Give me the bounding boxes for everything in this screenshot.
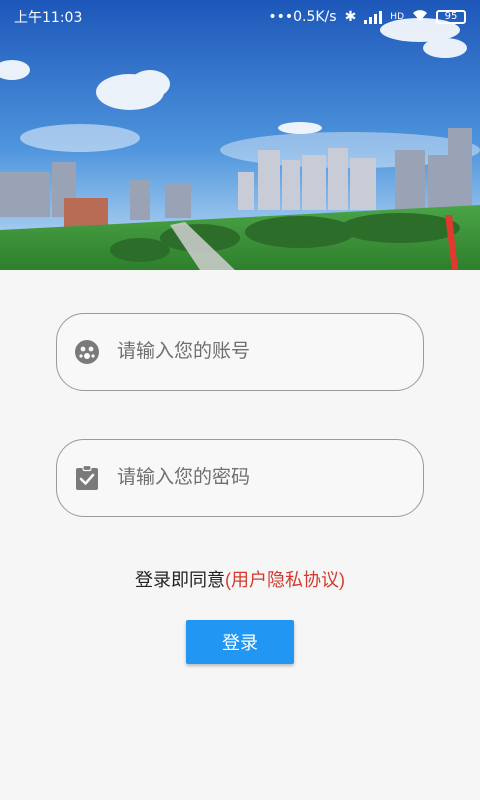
- password-input[interactable]: [117, 467, 423, 489]
- wifi-icon: [412, 9, 428, 26]
- status-time: 上午11:03: [14, 10, 83, 26]
- clipboard-check-icon: [57, 440, 117, 516]
- password-field[interactable]: [56, 439, 424, 517]
- account-input[interactable]: [117, 341, 423, 363]
- login-button[interactable]: 登录: [186, 620, 294, 664]
- signal-icon: [364, 10, 383, 24]
- hero-banner: 上午11:03 •••0.5K/s ✱ HD 95: [0, 0, 480, 270]
- bluetooth-icon: ✱: [344, 9, 357, 25]
- account-field[interactable]: [56, 313, 424, 391]
- network-speed: •••0.5K/s: [268, 9, 337, 25]
- hd-badge: HD: [390, 12, 404, 22]
- city-skyline-image: [0, 0, 480, 270]
- agreement-text: 登录即同意(用户隐私协议): [0, 566, 480, 592]
- battery-indicator: 95: [436, 10, 466, 24]
- agreement-prefix: 登录即同意: [135, 570, 225, 590]
- login-form: 登录即同意(用户隐私协议) 登录: [0, 270, 480, 800]
- privacy-policy-link[interactable]: (用户隐私协议): [225, 570, 345, 590]
- status-indicators: •••0.5K/s ✱ HD 95: [268, 9, 466, 26]
- status-bar: 上午11:03 •••0.5K/s ✱ HD 95: [0, 0, 480, 34]
- user-face-icon: [57, 314, 117, 390]
